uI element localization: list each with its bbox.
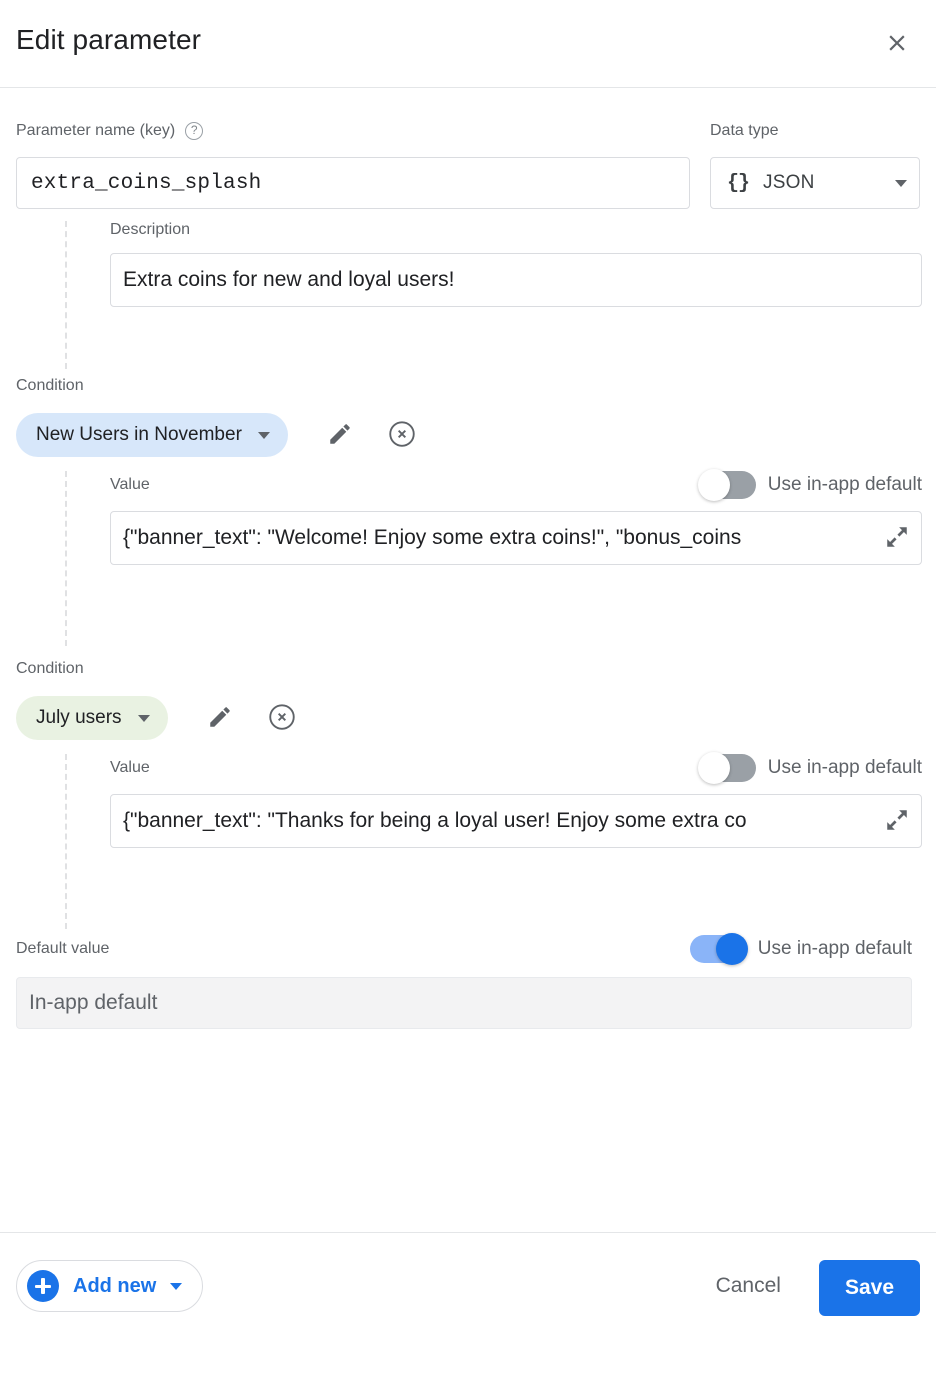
data-type-label: Data type (710, 122, 778, 140)
indent-rail (65, 471, 67, 646)
expand-icon (884, 807, 910, 836)
use-in-app-default-toggle-2[interactable]: Use in-app default (700, 754, 922, 782)
data-type-label-line: Data type (710, 120, 920, 142)
edit-condition-button-2[interactable] (198, 696, 242, 740)
dialog-header: Edit parameter (0, 0, 936, 88)
default-value-header: Default value Use in-app default (16, 935, 912, 963)
cancel-button[interactable]: Cancel (694, 1260, 803, 1312)
toggle-label-1: Use in-app default (768, 474, 922, 496)
condition-value-block-2: Value Use in-app default (16, 754, 920, 929)
remove-condition-button-1[interactable] (380, 413, 424, 457)
add-new-button[interactable]: Add new (16, 1260, 203, 1312)
condition-chip-label-2: July users (36, 707, 122, 729)
condition-chip-1[interactable]: New Users in November (16, 413, 288, 457)
condition-chip-2[interactable]: July users (16, 696, 168, 740)
toggle-thumb (698, 752, 730, 784)
edit-condition-button-1[interactable] (318, 413, 362, 457)
condition-section-2: Condition July users (16, 660, 920, 929)
value-input-1[interactable] (110, 511, 922, 565)
expand-value-button-2[interactable] (880, 804, 914, 838)
data-type-select[interactable]: {} JSON (710, 157, 920, 209)
value-input-wrap-1 (110, 511, 922, 565)
value-input-2[interactable] (110, 794, 922, 848)
default-value-label: Default value (16, 940, 109, 958)
toggle-track (700, 754, 756, 782)
condition-chip-row-2: July users (16, 696, 920, 740)
remove-circle-icon (387, 419, 417, 452)
use-in-app-default-toggle-default[interactable]: Use in-app default (690, 935, 912, 963)
expand-icon (884, 524, 910, 553)
indent-rail (65, 221, 67, 369)
value-header-2: Value Use in-app default (110, 754, 922, 782)
condition-label-2: Condition (16, 660, 920, 678)
value-label-2: Value (110, 759, 150, 777)
dialog-footer: Add new Cancel Save (0, 1232, 936, 1380)
data-type-value: JSON (763, 172, 881, 194)
condition-chip-label-1: New Users in November (36, 424, 242, 446)
close-icon (884, 30, 910, 56)
chevron-down-icon (258, 432, 270, 439)
chevron-down-icon (138, 715, 150, 722)
json-braces-icon: {} (727, 172, 749, 195)
description-input[interactable] (110, 253, 922, 307)
remove-condition-button-2[interactable] (260, 696, 304, 740)
parameter-name-label: Parameter name (key) (16, 122, 175, 140)
toggle-label-default: Use in-app default (758, 938, 912, 960)
default-value-section: Default value Use in-app default (16, 935, 920, 1029)
parameter-name-group: Parameter name (key) ? (16, 120, 690, 209)
chevron-down-icon (170, 1283, 182, 1290)
plus-circle-icon (27, 1270, 59, 1302)
data-type-group: Data type {} JSON (710, 120, 920, 209)
toggle-thumb (698, 469, 730, 501)
use-in-app-default-toggle-1[interactable]: Use in-app default (700, 471, 922, 499)
page-title: Edit parameter (16, 24, 201, 56)
value-header-1: Value Use in-app default (110, 471, 922, 499)
value-label-1: Value (110, 476, 150, 494)
expand-value-button-1[interactable] (880, 521, 914, 555)
save-button[interactable]: Save (819, 1260, 920, 1316)
condition-section-1: Condition New Users in November (16, 377, 920, 646)
chevron-down-icon (895, 180, 907, 187)
dialog-body: Parameter name (key) ? Data type {} JSON… (0, 88, 936, 1232)
add-new-label: Add new (73, 1275, 156, 1298)
indent-rail (65, 754, 67, 929)
toggle-label-2: Use in-app default (768, 757, 922, 779)
pencil-icon (327, 421, 353, 450)
close-button[interactable] (880, 26, 914, 60)
remove-circle-icon (267, 702, 297, 735)
condition-label-1: Condition (16, 377, 920, 395)
default-value-input[interactable] (16, 977, 912, 1029)
help-icon[interactable]: ? (185, 122, 203, 140)
edit-parameter-dialog: Edit parameter Parameter name (key) ? D (0, 0, 936, 1380)
parameter-row: Parameter name (key) ? Data type {} JSON (16, 88, 920, 209)
toggle-thumb (716, 933, 748, 965)
toggle-track (700, 471, 756, 499)
description-label: Description (110, 221, 920, 239)
value-input-wrap-2 (110, 794, 922, 848)
parameter-name-label-line: Parameter name (key) ? (16, 120, 690, 142)
parameter-name-input[interactable] (16, 157, 690, 209)
pencil-icon (207, 704, 233, 733)
toggle-track (690, 935, 746, 963)
condition-value-block-1: Value Use in-app default (16, 471, 920, 646)
description-block: Description (16, 221, 920, 369)
condition-chip-row-1: New Users in November (16, 413, 920, 457)
